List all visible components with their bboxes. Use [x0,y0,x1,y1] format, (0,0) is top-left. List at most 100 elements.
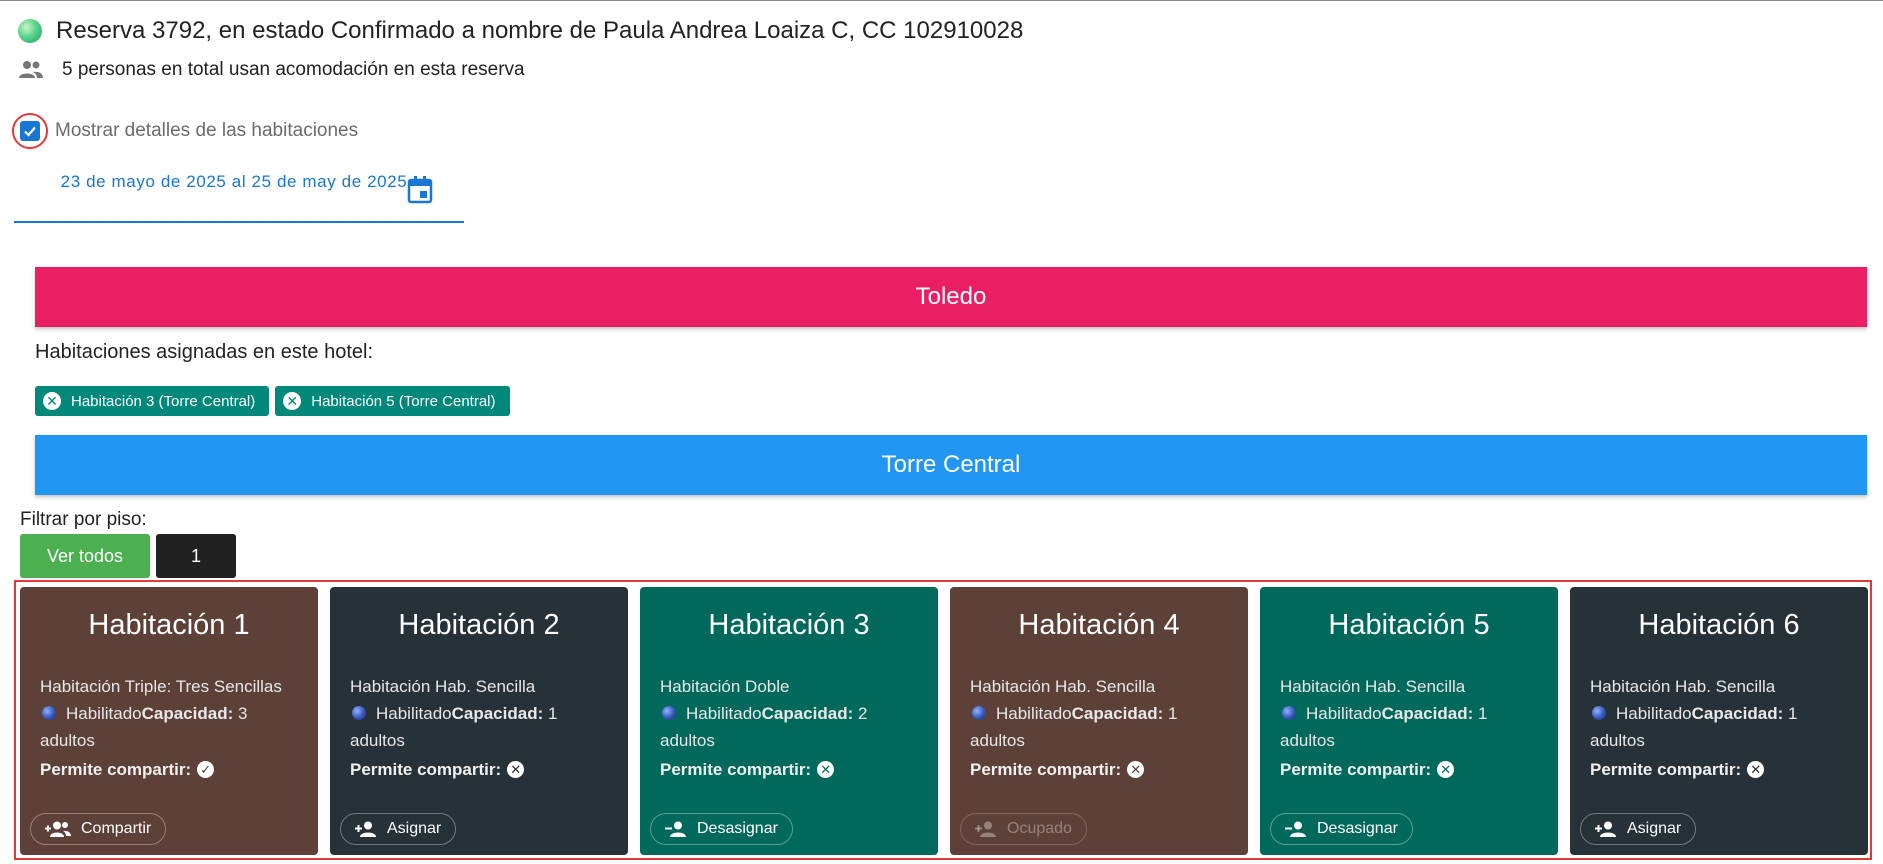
room-details: Habitación Hab. Sencilla HabilitadoCapaci… [1280,673,1544,783]
enabled-status-icon [1282,706,1296,720]
room-action-label: Desasignar [1317,820,1398,837]
room-status-line: HabilitadoCapacidad: 2 adultos [660,700,924,754]
assigned-rooms-chips: ✕ Habitación 3 (Torre Central) ✕ Habitac… [35,386,510,416]
capacity-label: Capacidad: [451,704,544,723]
room-status: Habilitado [1306,704,1382,723]
room-type: Habitación Doble [660,677,790,696]
share-row: Permite compartir: ✓ [40,756,304,783]
room-details: Habitación Hab. Sencilla HabilitadoCapaci… [350,673,614,783]
share-row: Permite compartir: ✕ [350,756,614,783]
floor-filter-buttons: Ver todos 1 [20,534,236,578]
person-remove-icon [1285,821,1317,837]
share-row: Permite compartir: ✕ [970,756,1234,783]
room-status-line: HabilitadoCapacidad: 1 adultos [970,700,1234,754]
room-action-button[interactable]: Compartir [30,813,167,845]
room-status: Habilitado [66,704,142,723]
show-details-label: Mostrar detalles de las habitaciones [55,120,359,141]
floor-1-button[interactable]: 1 [156,534,236,578]
room-title: Habitación 6 [1638,609,1800,641]
room-action-button[interactable]: Asignar [340,813,457,845]
room-card: Habitación 2 Habitación Hab. Sencilla Habi… [330,587,628,855]
cancel-circle-icon: ✕ [1747,761,1765,778]
room-action-button: Ocupado [960,813,1087,845]
room-action-button[interactable]: Desasignar [1270,813,1413,845]
cancel-circle-icon: ✕ [817,761,835,778]
enabled-status-icon [1592,706,1606,720]
check-circle-icon: ✓ [197,761,215,778]
floor-filter-label: Filtrar por piso: [20,509,147,530]
room-card: Habitación 6 Habitación Hab. Sencilla Habi… [1570,587,1868,855]
share-label: Permite compartir: [40,760,192,779]
capacity-label: Capacidad: [1071,704,1164,723]
room-status: Habilitado [376,704,452,723]
room-details: Habitación Triple: Tres Sencillas Habilit… [40,673,304,783]
person-add-icon [355,821,387,837]
room-details: Habitación Hab. Sencilla HabilitadoCapaci… [970,673,1234,783]
share-label: Permite compartir: [1590,760,1742,779]
share-label: Permite compartir: [970,760,1122,779]
capacity-label: Capacidad: [1691,704,1784,723]
chip-label: Habitación 5 (Torre Central) [311,392,496,410]
reservation-header: Reserva 3792, en estado Confirmado a nom… [18,17,1023,45]
room-title: Habitación 1 [88,609,250,641]
room-type: Habitación Triple: Tres Sencillas [40,677,282,696]
assigned-room-chip[interactable]: ✕ Habitación 5 (Torre Central) [275,386,510,416]
enabled-status-icon [42,706,56,720]
capacity-label: Capacidad: [1381,704,1474,723]
room-status: Habilitado [686,704,762,723]
date-range-text: 23 de mayo de 2025 al 25 de may de 2025 [60,172,408,191]
room-status: Habilitado [1616,704,1692,723]
share-row: Permite compartir: ✕ [1280,756,1544,783]
view-all-floors-button[interactable]: Ver todos [20,534,150,578]
check-icon [24,126,36,137]
people-icon [19,61,43,78]
room-title: Habitación 2 [398,609,560,641]
cancel-circle-icon: ✕ [1127,761,1145,778]
calendar-icon[interactable] [406,175,434,205]
share-row: Permite compartir: ✕ [660,756,924,783]
room-title: Habitación 4 [1018,609,1180,641]
room-type: Habitación Hab. Sencilla [1280,677,1466,696]
person-add-icon [975,821,1007,837]
chip-label: Habitación 3 (Torre Central) [71,392,256,410]
room-card: Habitación 4 Habitación Hab. Sencilla Habi… [950,587,1248,855]
room-status-line: HabilitadoCapacidad: 3 adultos [40,700,304,754]
room-title: Habitación 5 [1328,609,1490,641]
people-count-text: 5 personas en total usan acomodación en … [62,59,525,80]
room-details: Habitación Hab. Sencilla HabilitadoCapaci… [1590,673,1854,783]
date-range-field[interactable]: 23 de mayo de 2025 al 25 de may de 2025 [14,171,464,223]
person-remove-icon [665,821,697,837]
people-summary: 5 personas en total usan acomodación en … [18,59,525,81]
capacity-label: Capacidad: [141,704,234,723]
assigned-room-chip[interactable]: ✕ Habitación 3 (Torre Central) [35,386,270,416]
room-status: Habilitado [996,704,1072,723]
room-card: Habitación 5 Habitación Hab. Sencilla Habi… [1260,587,1558,855]
assigned-rooms-label: Habitaciones asignadas en este hotel: [35,341,374,363]
show-details-toggle[interactable]: Mostrar detalles de las habitaciones [12,113,358,149]
room-type: Habitación Hab. Sencilla [970,677,1156,696]
reservation-title: Reserva 3792, en estado Confirmado a nom… [56,17,1024,44]
capacity-label: Capacidad: [761,704,854,723]
room-action-label: Desasignar [697,820,778,837]
room-card: Habitación 1 Habitación Triple: Tres Senc… [20,587,318,855]
cancel-circle-icon: ✕ [1437,761,1455,778]
room-title: Habitación 3 [708,609,870,641]
show-details-checkbox[interactable] [20,121,40,141]
enabled-status-icon [662,706,676,720]
room-action-label: Ocupado [1007,820,1072,837]
room-type: Habitación Hab. Sencilla [350,677,536,696]
remove-chip-icon[interactable]: ✕ [283,392,302,410]
room-status-line: HabilitadoCapacidad: 1 adultos [1590,700,1854,754]
cancel-circle-icon: ✕ [507,761,525,778]
remove-chip-icon[interactable]: ✕ [43,392,61,410]
room-action-label: Compartir [81,820,152,837]
room-action-button[interactable]: Asignar [1580,813,1697,845]
room-action-label: Asignar [387,820,442,837]
room-card: Habitación 3 Habitación Doble HabilitadoCa… [640,587,938,855]
tower-banner: Torre Central [35,435,1867,495]
room-action-button[interactable]: Desasignar [650,813,793,845]
person-add-icon [1595,821,1627,837]
room-type: Habitación Hab. Sencilla [1590,677,1776,696]
room-status-line: HabilitadoCapacidad: 1 adultos [350,700,614,754]
share-label: Permite compartir: [350,760,502,779]
